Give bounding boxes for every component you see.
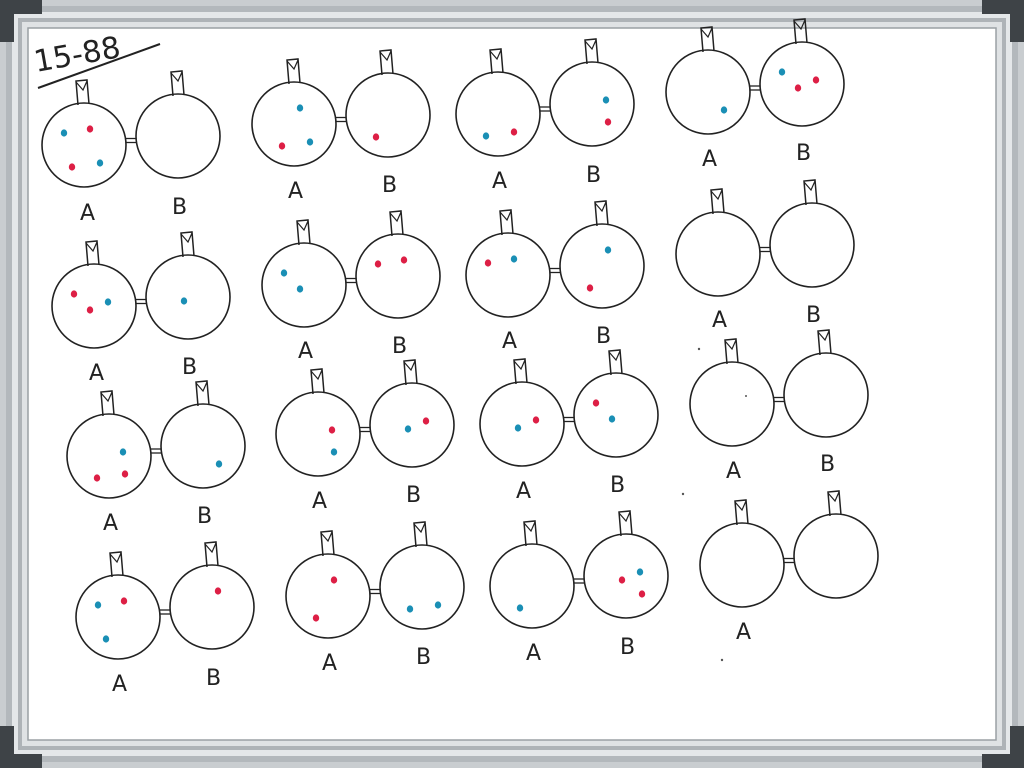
particle-blue [604, 246, 612, 254]
particle-red [70, 290, 78, 298]
particle-red [510, 128, 518, 136]
particle-red [638, 590, 646, 598]
whiteboard: 15-88 ABABABABABABABABABABABABABABABA [0, 0, 1024, 768]
particle-blue [180, 297, 188, 305]
particle-red [312, 614, 320, 622]
particle-red [618, 576, 626, 584]
particle-blue [404, 425, 412, 433]
tank-b-label: B [206, 666, 221, 691]
tank-a-label: A [103, 511, 118, 536]
particle-blue [602, 96, 610, 104]
particle-blue [778, 68, 786, 76]
tank-a-label: A [288, 179, 303, 204]
particle-red [330, 576, 338, 584]
particle-blue [296, 104, 304, 112]
tank-a-label: A [702, 147, 717, 172]
particle-red [93, 474, 101, 482]
particle-red [372, 133, 380, 141]
tank-a-label: A [526, 641, 541, 666]
particle-blue [330, 448, 338, 456]
particle-red [86, 306, 94, 314]
tank-b-label: B [406, 483, 421, 508]
tank-a-label: A [112, 672, 127, 697]
particle-red [812, 76, 820, 84]
particle-blue [60, 129, 68, 137]
tank-a-label: A [502, 329, 517, 354]
particle-red [794, 84, 802, 92]
tank-b-label: B [820, 452, 835, 477]
particle-blue [482, 132, 490, 140]
particle-blue [514, 424, 522, 432]
tank-b-label: B [182, 355, 197, 380]
particle-blue [406, 605, 414, 613]
whiteboard-canvas: 15-88 A BA B A BA BA BA B A BA BA BA B A BA BA BA B A BA [0, 0, 1024, 768]
particle-red [214, 587, 222, 595]
particle-red [532, 416, 540, 424]
particle-red [68, 163, 76, 171]
tank-b-label: B [806, 303, 821, 328]
tank-b-label: B [197, 504, 212, 529]
particle-blue [636, 568, 644, 576]
tank-a-label: A [322, 651, 337, 676]
tank-a-label: A [736, 620, 751, 645]
tank-b-label: B [620, 635, 635, 660]
particle-red [586, 284, 594, 292]
tank-a-label: A [89, 361, 104, 386]
tank-b-label: B [596, 324, 611, 349]
tank-a-label: A [298, 339, 313, 364]
particle-red [592, 399, 600, 407]
tank-b-label: B [586, 163, 601, 188]
particle-blue [94, 601, 102, 609]
tank-b-label: B [796, 141, 811, 166]
particle-blue [306, 138, 314, 146]
particle-red [86, 125, 94, 133]
tank-a-label: A [80, 201, 95, 226]
particle-blue [608, 415, 616, 423]
particle-red [422, 417, 430, 425]
particle-blue [434, 601, 442, 609]
particle-blue [720, 106, 728, 114]
tank-a-label: A [712, 308, 727, 333]
particle-blue [516, 604, 524, 612]
tank-a-label: A [312, 489, 327, 514]
particle-red [484, 259, 492, 267]
particle-red [328, 426, 336, 434]
particle-blue [280, 269, 288, 277]
particle-red [278, 142, 286, 150]
particle-red [121, 470, 129, 478]
particle-red [400, 256, 408, 264]
particle-blue [104, 298, 112, 306]
tank-a-label: A [516, 479, 531, 504]
tank-b-label: B [382, 173, 397, 198]
particle-red [120, 597, 128, 605]
particle-red [374, 260, 382, 268]
particle-blue [96, 159, 104, 167]
particle-blue [102, 635, 110, 643]
particle-blue [215, 460, 223, 468]
particle-blue [296, 285, 304, 293]
tank-b-label: B [610, 473, 625, 498]
tank-b-label: B [172, 195, 187, 220]
particle-red [604, 118, 612, 126]
tank-a-label: A [492, 169, 507, 194]
tank-a-label: A [726, 459, 741, 484]
tank-b-label: B [416, 645, 431, 670]
particle-blue [119, 448, 127, 456]
particle-blue [510, 255, 518, 263]
tank-b-label: B [392, 334, 407, 359]
